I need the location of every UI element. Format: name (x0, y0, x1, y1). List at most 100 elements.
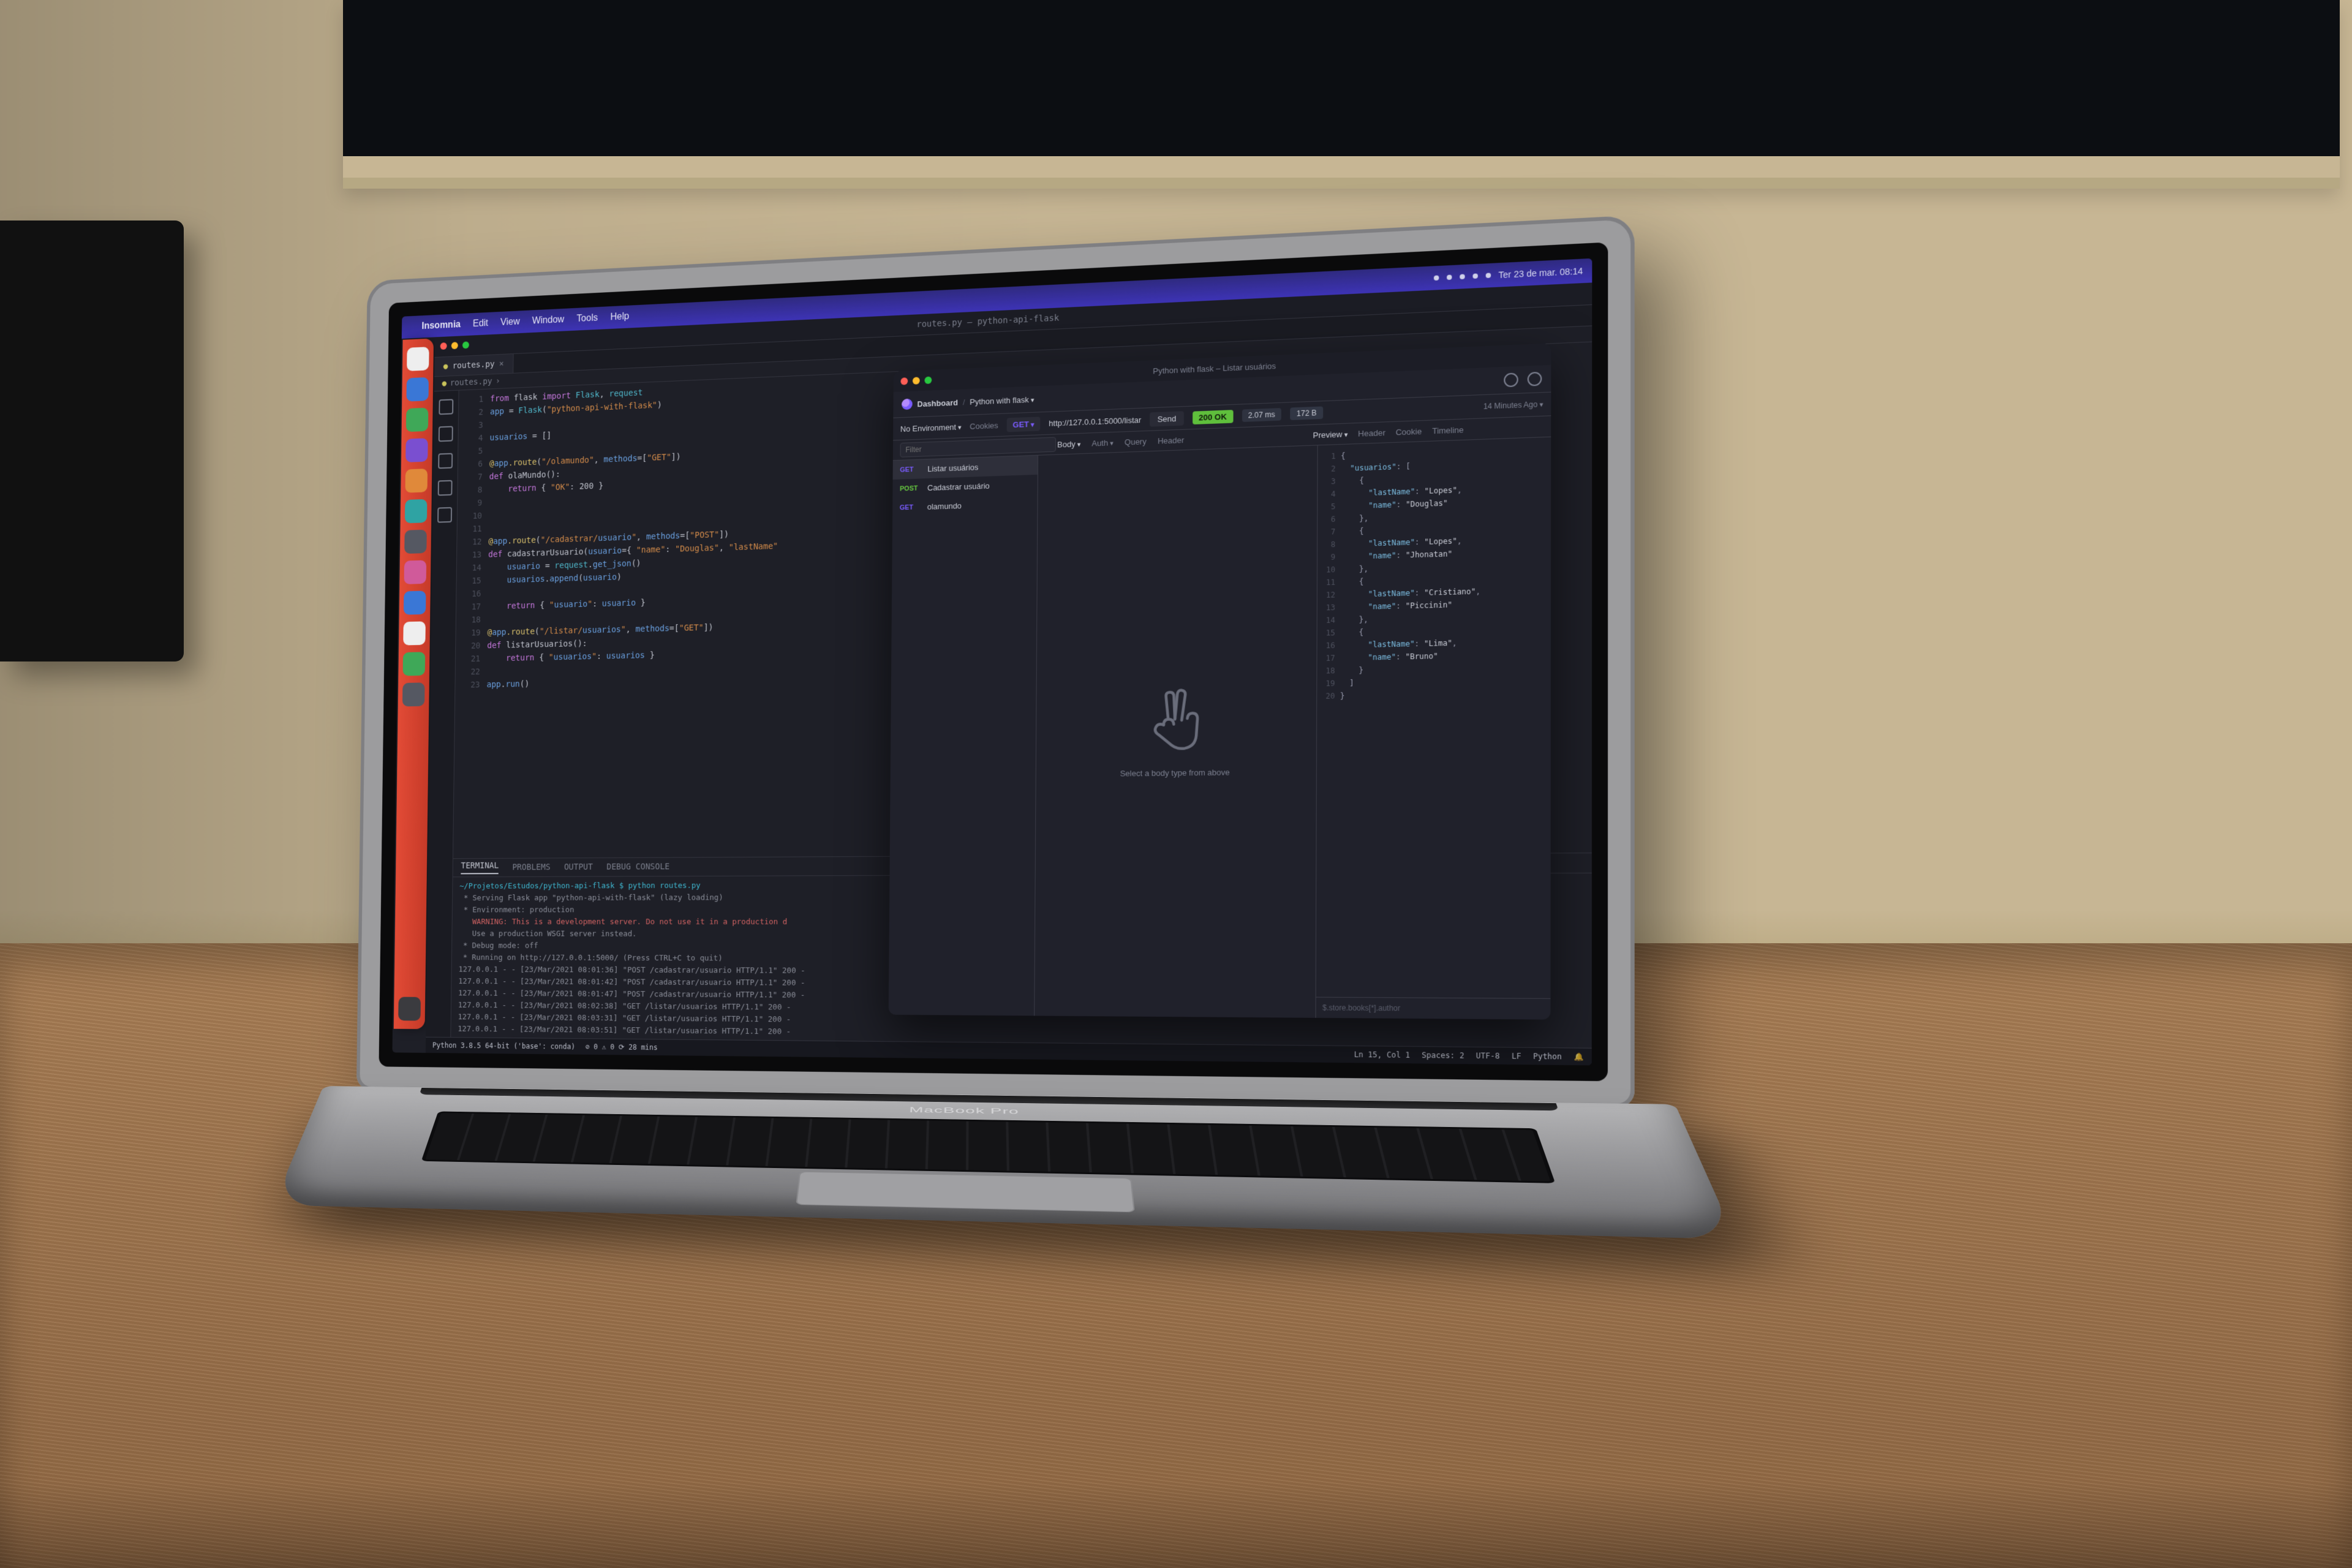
response-status-pill: 200 OK (1193, 410, 1233, 424)
debug-icon[interactable] (438, 480, 453, 496)
resp-tab-timeline[interactable]: Timeline (1432, 424, 1464, 435)
minimize-icon[interactable] (451, 342, 458, 349)
user-icon[interactable] (1528, 372, 1542, 386)
external-monitor (0, 221, 184, 662)
editor-tab-routes[interactable]: ● routes.py × (434, 354, 513, 376)
room-window (343, 0, 2340, 189)
response-json[interactable]: 1{ 2 "usuarios": [ 3 { 4 "lastName": "Lo… (1316, 437, 1551, 998)
method-badge: GET (900, 466, 921, 473)
dock-app-vscode[interactable] (405, 438, 428, 462)
http-method-dropdown[interactable]: GET (1006, 417, 1040, 432)
workspace-dropdown[interactable]: Python with flask (970, 394, 1034, 406)
status-dot-icon (1460, 274, 1464, 279)
dock-app-insomnia[interactable] (404, 560, 427, 584)
response-time-pill: 2.07 ms (1242, 408, 1281, 422)
breadcrumb-file: routes.py (450, 377, 492, 388)
nav-dashboard[interactable]: Dashboard (917, 398, 958, 409)
minimize-icon[interactable] (913, 377, 920, 384)
close-icon[interactable] (900, 377, 908, 385)
request-body-hint: Select a body type from above (1120, 767, 1230, 778)
dock-app-settings[interactable] (402, 682, 425, 706)
vscode-title: routes.py — python-api-flask (916, 313, 1059, 330)
close-tab-icon[interactable]: × (499, 359, 504, 369)
request-body-pane: Select a body type from above (1035, 445, 1317, 1017)
panel-tab-debug[interactable]: DEBUG CONSOLE (606, 862, 669, 872)
req-tab-query[interactable]: Query (1125, 437, 1147, 447)
dock-app-finder[interactable] (407, 347, 429, 371)
laptop-lid: Insomnia Edit View Window Tools Help (356, 215, 1635, 1107)
status-dot-icon (1433, 275, 1438, 281)
dock-app[interactable] (405, 469, 428, 493)
dock-trash-icon[interactable] (398, 997, 421, 1021)
response-filter-input[interactable]: $.store.books[*].author (1316, 997, 1551, 1020)
menubar-clock[interactable]: Ter 23 de mar. 08:14 (1498, 266, 1583, 280)
status-problems[interactable]: ⊘ 0 ⚠ 0 ⟳ 28 mins (586, 1042, 658, 1052)
status-encoding[interactable]: UTF-8 (1476, 1051, 1500, 1060)
menubar-app-name[interactable]: Insomnia (421, 320, 461, 332)
menu-tools[interactable]: Tools (576, 313, 598, 325)
window-controls (900, 377, 932, 385)
url-input[interactable]: http://127.0.0.1:5000/listar (1049, 415, 1141, 428)
maximize-icon[interactable] (462, 341, 469, 349)
menu-edit[interactable]: Edit (473, 318, 488, 329)
search-icon[interactable] (439, 426, 453, 442)
resp-tab-cookie[interactable]: Cookie (1396, 426, 1422, 437)
dock-app-terminal[interactable] (404, 530, 427, 554)
photo-scene: Insomnia Edit View Window Tools Help (0, 0, 2352, 1568)
resp-tab-header[interactable]: Header (1358, 428, 1385, 438)
python-file-icon: ● (443, 362, 448, 372)
dock-app[interactable] (403, 621, 426, 645)
wifi-icon[interactable] (1472, 273, 1478, 279)
panel-tab-problems[interactable]: PROBLEMS (512, 862, 550, 872)
dock-app-messages[interactable] (406, 408, 429, 432)
status-dot-icon (1447, 274, 1452, 280)
response-pane: 1{ 2 "usuarios": [ 3 { 4 "lastName": "Lo… (1316, 437, 1551, 1020)
history-dropdown[interactable]: 14 Minutes Ago (1483, 400, 1544, 411)
dock-app-spotify[interactable] (403, 652, 426, 676)
insomnia-window: Python with flask – Listar usuários Dash… (889, 343, 1551, 1019)
request-label: olamundo (927, 501, 962, 511)
laptop-bezel: Insomnia Edit View Window Tools Help (379, 242, 1608, 1081)
desk-edge (0, 1482, 2352, 1568)
maximize-icon[interactable] (924, 377, 932, 384)
peace-hand-icon (1147, 688, 1203, 758)
method-badge: GET (900, 503, 921, 511)
panel-tab-output[interactable]: OUTPUT (564, 862, 593, 872)
python-file-icon: ● (442, 379, 447, 388)
sidebar-filter-input[interactable] (900, 437, 1056, 457)
gear-icon[interactable] (1504, 372, 1518, 387)
req-tab-auth[interactable]: Auth (1091, 438, 1114, 448)
explorer-icon[interactable] (439, 399, 453, 415)
notifications-icon[interactable]: 🔔 (1574, 1052, 1583, 1061)
resp-tab-preview[interactable]: Preview (1313, 429, 1348, 439)
panel-tab-terminal[interactable]: TERMINAL (461, 861, 499, 875)
git-icon[interactable] (438, 453, 453, 469)
status-language[interactable]: Python (1533, 1052, 1562, 1061)
status-eol[interactable]: LF (1512, 1052, 1521, 1061)
dock-app[interactable] (405, 499, 428, 523)
laptop: Insomnia Edit View Window Tools Help (353, 215, 1635, 1395)
status-indent[interactable]: Spaces: 2 (1422, 1050, 1464, 1060)
laptop-keyboard (421, 1111, 1556, 1183)
send-button[interactable]: Send (1150, 411, 1183, 426)
insomnia-title: Python with flask – Listar usuários (1153, 361, 1276, 375)
dock-app-safari[interactable] (406, 377, 429, 402)
dock-app[interactable] (404, 590, 426, 614)
laptop-display: Insomnia Edit View Window Tools Help (392, 258, 1592, 1066)
sidebar-request-item[interactable]: GET olamundo (892, 494, 1038, 518)
status-cursor[interactable]: Ln 15, Col 1 (1354, 1050, 1411, 1060)
req-tab-header[interactable]: Header (1158, 435, 1184, 445)
environment-dropdown[interactable]: No Environment (900, 422, 962, 434)
menubar-right: Ter 23 de mar. 08:14 (1433, 266, 1583, 283)
status-python-interpreter[interactable]: Python 3.8.5 64-bit ('base': conda) (432, 1041, 575, 1051)
chevron-right-icon: › (496, 377, 500, 386)
extensions-icon[interactable] (437, 507, 452, 523)
tab-filename: routes.py (453, 360, 495, 371)
req-tab-body[interactable]: Body (1057, 439, 1080, 450)
close-icon[interactable] (440, 342, 447, 350)
menu-window[interactable]: Window (532, 314, 565, 326)
cookies-button[interactable]: Cookies (970, 420, 998, 431)
menu-help[interactable]: Help (610, 311, 629, 323)
menu-view[interactable]: View (500, 317, 520, 328)
laptop-base: MacBook Pro (273, 1086, 1736, 1239)
